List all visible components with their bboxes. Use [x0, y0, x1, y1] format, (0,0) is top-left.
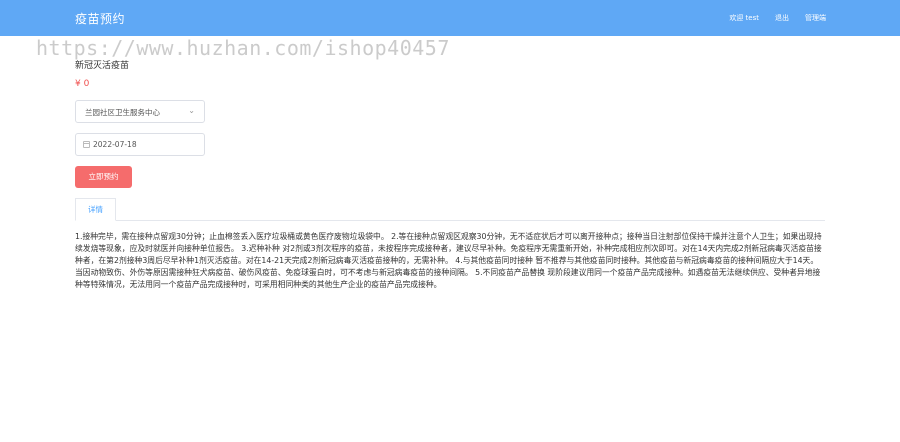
chevron-down-icon: ⌄	[188, 106, 195, 115]
top-nav: 欢迎 test 退出 管理端	[729, 13, 826, 23]
admin-link[interactable]: 管理端	[805, 13, 826, 23]
welcome-user[interactable]: 欢迎 test	[729, 13, 759, 23]
date-value: 2022-07-18	[93, 140, 137, 149]
tab-bar-line	[75, 220, 825, 221]
detail-content: 1.接种完毕，需在接种点留观30分钟；止血棉签丢入医疗垃圾桶或黄色医疗废物垃圾袋…	[75, 232, 822, 289]
clinic-select[interactable]: 兰园社区卫生服务中心 ⌄	[75, 100, 205, 123]
logout-link[interactable]: 退出	[775, 13, 789, 23]
vaccine-price: ¥ 0	[75, 79, 90, 89]
tab-detail[interactable]: 详情	[75, 198, 116, 221]
book-now-button[interactable]: 立即预约	[75, 166, 132, 188]
watermark: https://www.huzhan.com/ishop40457	[36, 36, 450, 60]
calendar-icon	[83, 141, 90, 148]
clinic-selected-value: 兰园社区卫生服务中心	[85, 108, 160, 117]
date-picker[interactable]: 2022-07-18	[75, 133, 205, 156]
vaccine-name: 新冠灭活疫苗	[75, 61, 130, 71]
top-navbar: 疫苗预约 欢迎 test 退出 管理端	[0, 0, 900, 36]
brand-title[interactable]: 疫苗预约	[75, 10, 125, 27]
